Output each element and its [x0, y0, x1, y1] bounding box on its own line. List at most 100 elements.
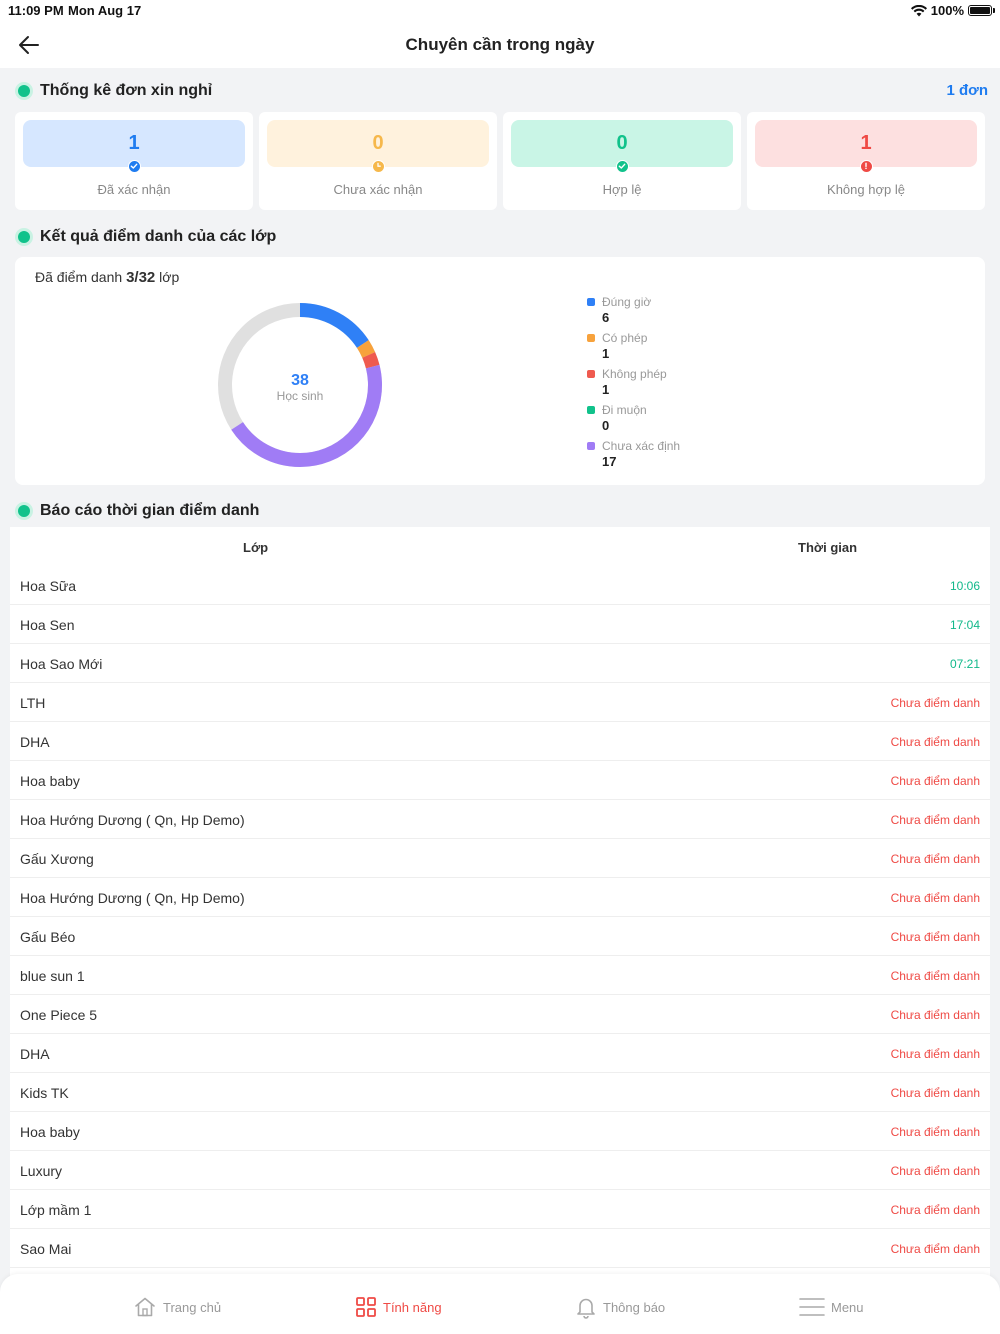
legend-value: 1 — [602, 382, 610, 397]
stat-card-valid[interactable]: 0 Hợp lệ — [503, 112, 741, 210]
battery-icon — [968, 5, 995, 16]
stat-value: 1 — [128, 132, 140, 154]
section-dot-icon — [18, 85, 30, 97]
table-row[interactable]: LTH Chưa điểm danh — [10, 683, 990, 722]
table-row[interactable]: Luxury Chưa điểm danh — [10, 1151, 990, 1190]
section-dot-icon — [18, 505, 30, 517]
attendance-summary: Đã điểm danh 3/32 lớp — [35, 269, 179, 286]
row-class-name: Hoa baby — [20, 1124, 80, 1140]
table-row[interactable]: blue sun 1 Chưa điểm danh — [10, 956, 990, 995]
row-class-name: Hoa Sen — [20, 617, 75, 633]
stat-label: Hợp lệ — [602, 182, 642, 197]
row-class-name: Hoa Hướng Dương ( Qn, Hp Demo) — [20, 812, 245, 828]
row-time: Chưa điểm danh — [890, 696, 980, 710]
row-class-name: Hoa Sữa — [20, 578, 77, 594]
status-right: 100% — [910, 3, 995, 18]
stat-value: 0 — [616, 132, 628, 154]
row-time: Chưa điểm danh — [890, 1203, 980, 1217]
home-icon — [135, 1297, 155, 1317]
row-class-name: blue sun 1 — [20, 968, 85, 984]
table-row[interactable]: Hoa Hướng Dương ( Qn, Hp Demo) Chưa điểm … — [10, 878, 990, 917]
stat-card-invalid[interactable]: 1 Không hợp lệ — [747, 112, 985, 210]
stat-card-unconfirmed[interactable]: 0 Chưa xác nhận — [259, 112, 497, 210]
tab-menu[interactable]: Menu — [799, 1294, 864, 1320]
section-dot-icon — [18, 231, 30, 243]
row-time: Chưa điểm danh — [890, 1008, 980, 1022]
legend-swatch — [587, 334, 595, 342]
row-time: 17:04 — [949, 618, 980, 632]
table-row[interactable]: Hoa Hướng Dương ( Qn, Hp Demo) Chưa điểm … — [10, 800, 990, 839]
row-time: Chưa điểm danh — [890, 1047, 980, 1061]
row-class-name: Kids TK — [20, 1085, 69, 1101]
table-row[interactable]: Hoa Sen 17:04 — [10, 605, 990, 644]
alert-circle-icon — [860, 160, 873, 173]
table-row[interactable]: Gấu Béo Chưa điểm danh — [10, 917, 990, 956]
table-row[interactable]: Sao Mai Chưa điểm danh — [10, 1229, 990, 1268]
row-class-name: Gấu Béo — [20, 929, 76, 945]
donut-center-value: 38 — [291, 372, 309, 389]
tab-notifications[interactable]: Thông báo — [575, 1294, 665, 1320]
wifi-icon — [910, 4, 927, 16]
summary-count: 3/32 — [126, 269, 156, 286]
grid-icon — [356, 1297, 376, 1317]
clock-icon — [372, 160, 385, 173]
attendance-result-heading: Kết quả điểm danh của các lớp — [18, 228, 276, 246]
tab-notifications-label: Thông báo — [603, 1299, 666, 1315]
row-time: Chưa điểm danh — [890, 852, 980, 866]
attendance-result-title: Kết quả điểm danh của các lớp — [40, 228, 277, 245]
row-time: 10:06 — [949, 579, 980, 593]
row-class-name: Hoa Hướng Dương ( Qn, Hp Demo) — [20, 890, 245, 906]
table-row[interactable]: Lớp mầm 1 Chưa điểm danh — [10, 1190, 990, 1229]
tab-features[interactable]: Tính năng — [355, 1294, 442, 1320]
leave-stats-title: Thống kê đơn xin nghỉ — [40, 82, 213, 99]
legend-label: Chưa xác định — [602, 439, 681, 453]
row-time: Chưa điểm danh — [890, 1086, 980, 1100]
table-row[interactable]: DHA Chưa điểm danh — [10, 722, 990, 761]
status-time: 11:09 PM — [8, 3, 64, 18]
table-row[interactable]: Gấu Xương Chưa điểm danh — [10, 839, 990, 878]
summary-suffix: lớp — [159, 269, 180, 285]
legend-value: 6 — [602, 310, 610, 325]
tab-home[interactable]: Trang chủ — [133, 1294, 221, 1320]
legend-label: Đi muộn — [602, 403, 647, 417]
row-time: Chưa điểm danh — [890, 891, 980, 905]
report-title: Báo cáo thời gian điểm danh — [40, 502, 260, 519]
legend-value: 0 — [602, 418, 610, 433]
table-row[interactable]: Kids TK Chưa điểm danh — [10, 1073, 990, 1112]
row-class-name: Gấu Xương — [20, 851, 94, 867]
table-row[interactable]: DHA Chưa điểm danh — [10, 1034, 990, 1073]
row-class-name: Luxury — [20, 1163, 63, 1179]
row-time: Chưa điểm danh — [890, 774, 980, 788]
row-time: Chưa điểm danh — [890, 1125, 980, 1139]
tab-features-label: Tính năng — [383, 1299, 442, 1315]
legend-value: 17 — [602, 454, 617, 469]
legend-label: Đúng giờ — [602, 295, 652, 309]
table-row[interactable]: Hoa Sao Mới 07:21 — [10, 644, 990, 683]
column-header-time: Thời gian — [798, 540, 858, 555]
table-row[interactable]: Hoa Sữa 10:06 — [10, 566, 990, 605]
table-row[interactable]: Hoa baby Chưa điểm danh — [10, 1112, 990, 1151]
row-class-name: One Piece 5 — [20, 1007, 98, 1023]
leave-stats-heading: Thống kê đơn xin nghỉ — [18, 82, 212, 100]
battery-percent: 100% — [930, 3, 964, 18]
row-class-name: DHA — [20, 1046, 50, 1062]
table-row[interactable]: One Piece 5 Chưa điểm danh — [10, 995, 990, 1034]
bell-icon — [577, 1298, 595, 1319]
donut-center-label: Học sinh — [277, 389, 324, 403]
stat-value: 0 — [372, 132, 384, 154]
row-class-name: LTH — [20, 695, 46, 711]
tab-menu-label: Menu — [831, 1299, 864, 1315]
row-time: Chưa điểm danh — [890, 969, 980, 983]
row-time: Chưa điểm danh — [890, 735, 980, 749]
stat-label: Chưa xác nhận — [333, 182, 423, 197]
legend-label: Có phép — [602, 331, 648, 345]
report-table: Lớp Thời gian Hoa Sữa 10:06 Hoa Sen 17:04 Ho… — [10, 527, 990, 1287]
row-time: Chưa điểm danh — [890, 813, 980, 827]
column-header-class: Lớp — [243, 540, 269, 555]
stat-card-confirmed[interactable]: 1 Đã xác nhận — [15, 112, 253, 210]
legend-swatch — [587, 370, 595, 378]
table-row[interactable]: Hoa baby Chưa điểm danh — [10, 761, 990, 800]
row-time: 07:21 — [949, 657, 980, 671]
attendance-donut-chart: 38 Học sinh — [218, 303, 382, 467]
leave-count-link[interactable]: 1 đơn — [947, 82, 989, 99]
